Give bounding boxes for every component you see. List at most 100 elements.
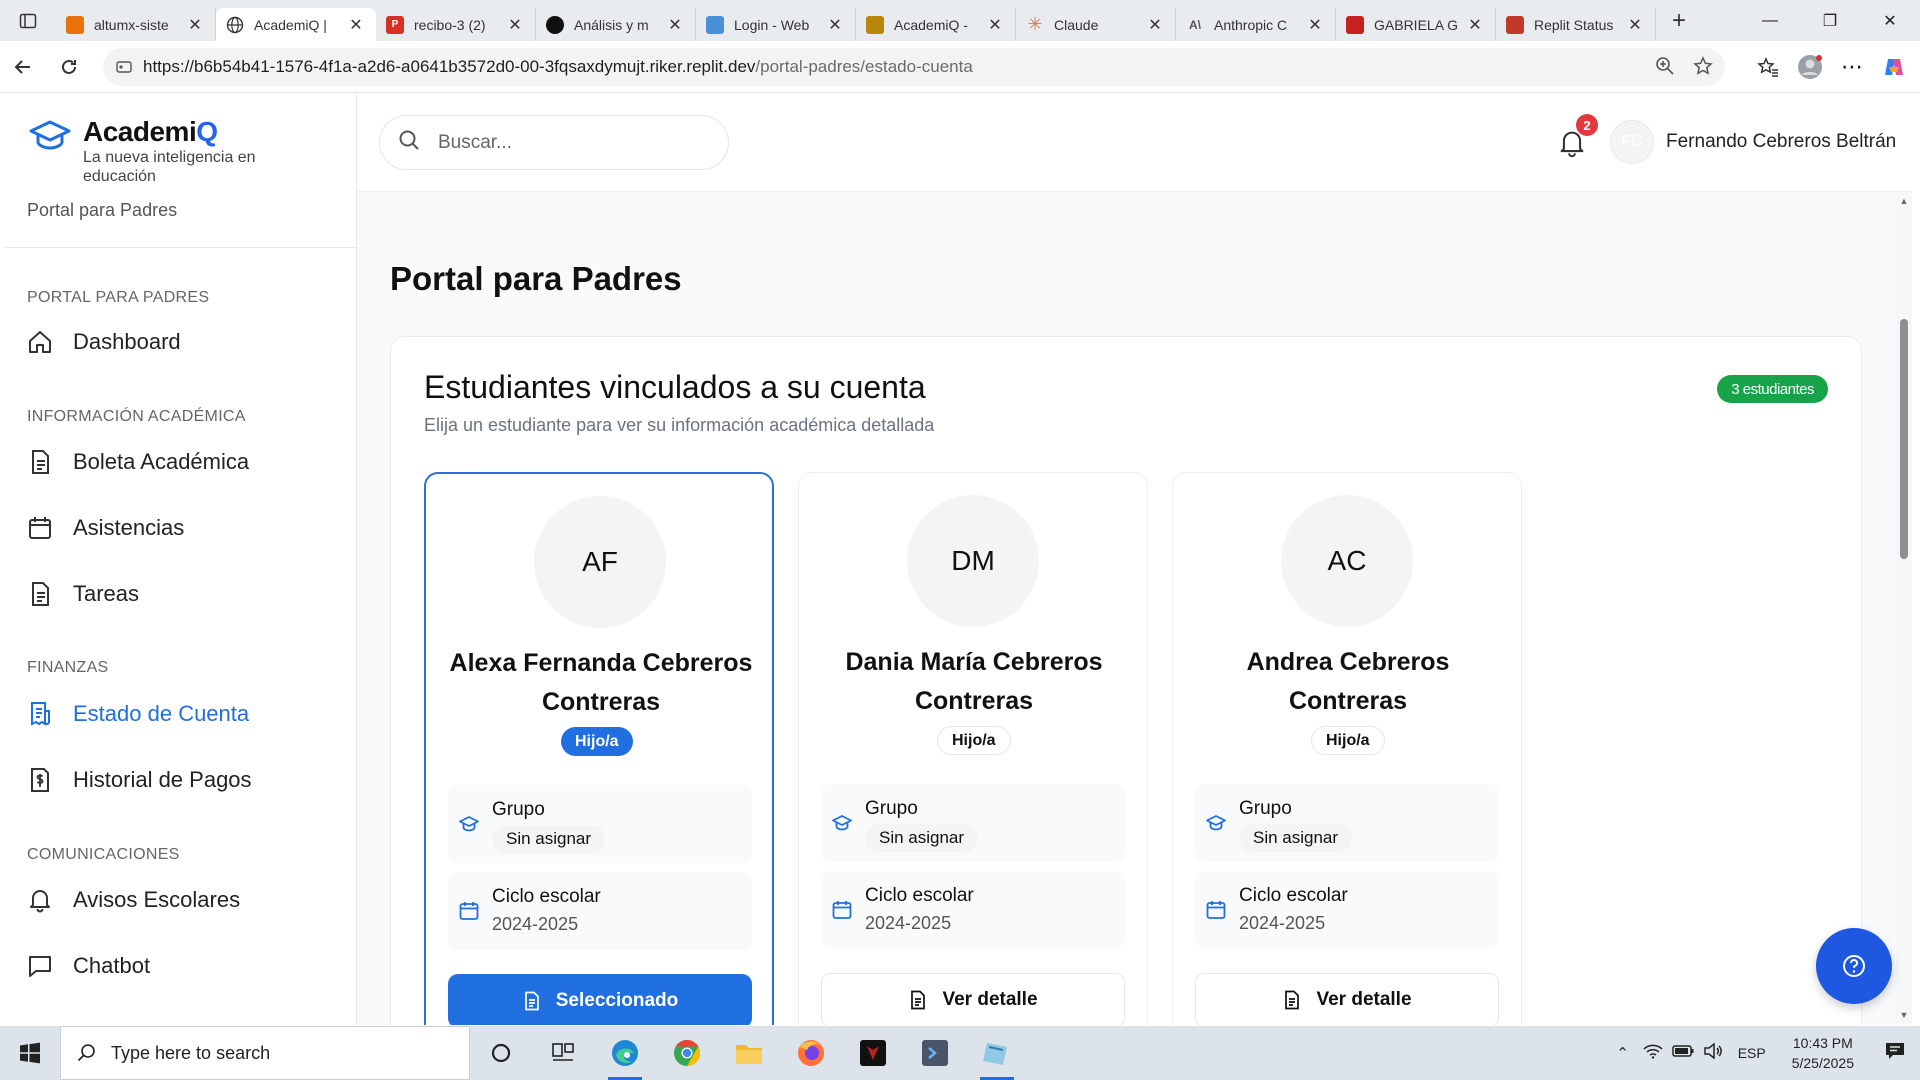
browser-tab[interactable]: GABRIELA G ✕	[1336, 8, 1496, 41]
back-icon[interactable]	[0, 47, 46, 87]
favorites-icon[interactable]	[1750, 49, 1786, 85]
browser-tab[interactable]: ✳ Claude ✕	[1016, 8, 1176, 41]
browser-tab-active[interactable]: AcademiQ | ✕	[216, 8, 376, 41]
notifications-center-icon[interactable]	[1870, 1042, 1920, 1064]
document-icon	[911, 990, 926, 1010]
browser-tab[interactable]: Replit Status ✕	[1496, 8, 1656, 41]
volume-icon[interactable]	[1698, 1042, 1728, 1063]
scroll-up-icon[interactable]: ▲	[1899, 196, 1909, 206]
tab-close-icon[interactable]: ✕	[825, 15, 845, 35]
url-field[interactable]: https://b6b54b41-1576-4f1a-a2d6-a0641b35…	[103, 48, 1725, 86]
tab-close-icon[interactable]: ✕	[505, 15, 525, 35]
sidebar-item-estado-cuenta[interactable]: Estado de Cuenta	[27, 701, 249, 727]
group-label: Grupo	[492, 799, 545, 820]
tab-close-icon[interactable]: ✕	[1465, 15, 1485, 35]
close-window-icon[interactable]: ✕	[1860, 0, 1920, 41]
cortana-icon[interactable]	[470, 1026, 532, 1080]
wifi-icon[interactable]	[1638, 1043, 1668, 1063]
file-explorer-icon[interactable]	[718, 1026, 780, 1080]
edge-icon[interactable]	[594, 1026, 656, 1080]
help-button[interactable]	[1816, 928, 1892, 1004]
sidebar-item-asistencias[interactable]: Asistencias	[27, 515, 184, 541]
sidebar-item-tareas[interactable]: Tareas	[27, 581, 139, 607]
minimize-icon[interactable]: —	[1740, 0, 1800, 41]
new-tab-button[interactable]: +	[1656, 7, 1702, 35]
sidebar-item-label: Tareas	[73, 581, 140, 606]
profile-avatar-icon[interactable]	[1792, 49, 1828, 85]
browser-tab[interactable]: P recibo-3 (2) ✕	[376, 8, 536, 41]
sidebar-item-boleta[interactable]: Boleta Académica	[27, 449, 249, 475]
page-scrollbar[interactable]: ▲ ▼	[1896, 192, 1912, 1025]
document-icon	[27, 581, 53, 607]
reload-icon[interactable]	[46, 47, 92, 87]
browser-tab[interactable]: altumx-siste ✕	[56, 8, 216, 41]
tab-favicon-icon	[66, 15, 84, 34]
view-detail-button[interactable]: Ver detalle	[821, 973, 1125, 1025]
chrome-icon[interactable]	[656, 1026, 718, 1080]
tab-title: Claude	[1054, 16, 1099, 33]
tab-close-icon[interactable]: ✕	[665, 15, 685, 35]
app-window-icon[interactable]	[966, 1026, 1028, 1080]
cycle-value: 2024-2025	[492, 914, 579, 934]
scrollbar-thumb[interactable]	[1900, 319, 1908, 559]
sidebar-item-dashboard[interactable]: Dashboard	[27, 329, 181, 355]
tab-title: Anthropic C	[1214, 16, 1288, 33]
system-clock[interactable]: 10:43 PM 5/25/2025	[1792, 1033, 1854, 1073]
sidebar-item-chatbot[interactable]: Chatbot	[27, 953, 150, 979]
chevron-up-icon[interactable]: ⌃	[1608, 1044, 1638, 1062]
clock-time: 10:43 PM	[1792, 1035, 1853, 1051]
tab-actions-icon[interactable]	[0, 0, 56, 41]
language-indicator[interactable]: ESP	[1738, 1045, 1766, 1061]
group-info: Grupo Sin asignar	[448, 785, 752, 863]
task-view-icon[interactable]	[532, 1026, 594, 1080]
sidebar-item-avisos[interactable]: Avisos Escolares	[27, 887, 240, 913]
more-menu-icon[interactable]: ⋯	[1834, 49, 1870, 85]
tab-title: altumx-siste	[94, 16, 169, 33]
student-card[interactable]: DM Dania María Cebreros Contreras Hijo/a…	[798, 472, 1148, 1025]
restore-icon[interactable]: ❐	[1800, 0, 1860, 41]
student-card-selected[interactable]: AF Alexa Fernanda Cebreros Contreras Hij…	[424, 472, 774, 1025]
scroll-down-icon[interactable]: ▼	[1899, 1010, 1909, 1020]
browser-tab[interactable]: Análisis y m ✕	[536, 8, 696, 41]
windows-start-icon[interactable]	[0, 1026, 60, 1080]
brand[interactable]: AcademiQ La nueva inteligencia en educac…	[27, 116, 283, 186]
zoom-icon[interactable]	[1655, 56, 1675, 81]
sidebar-item-label: Estado de Cuenta	[73, 701, 250, 726]
bookmark-star-icon[interactable]	[1693, 56, 1713, 81]
selected-button[interactable]: Seleccionado	[448, 974, 752, 1025]
address-bar: https://b6b54b41-1576-4f1a-a2d6-a0641b35…	[0, 41, 1920, 93]
sidebar-item-label: Chatbot	[73, 953, 151, 978]
sidebar-item-historial-pagos[interactable]: Historial de Pagos	[27, 767, 252, 793]
browser-tab[interactable]: Login - Web ✕	[696, 8, 856, 41]
tab-close-icon[interactable]: ✕	[985, 15, 1005, 35]
calendar-icon	[459, 902, 479, 920]
taskbar-search-input[interactable]: Type here to search	[60, 1026, 470, 1080]
main-content: Portal para Padres Estudiantes vinculado…	[357, 192, 1912, 1025]
search-placeholder: Buscar...	[438, 131, 512, 153]
top-header: Buscar... 2 FC Fernando Cebreros Beltrán	[357, 94, 1912, 192]
cycle-label: Ciclo escolar	[492, 886, 601, 907]
firefox-icon[interactable]	[780, 1026, 842, 1080]
tab-close-icon[interactable]: ✕	[185, 15, 205, 35]
view-detail-button[interactable]: Ver detalle	[1195, 973, 1499, 1025]
browser-tab[interactable]: A\ Anthropic C ✕	[1176, 8, 1336, 41]
document-icon	[524, 991, 539, 1011]
tab-close-icon[interactable]: ✕	[1305, 15, 1325, 35]
copilot-icon[interactable]	[1876, 49, 1912, 85]
claude-icon: ✳	[1027, 14, 1043, 34]
browser-tab[interactable]: AcademiQ - ✕	[856, 8, 1016, 41]
tab-close-icon[interactable]: ✕	[1625, 15, 1645, 35]
user-name[interactable]: Fernando Cebreros Beltrán	[1666, 131, 1896, 153]
student-card[interactable]: AC Andrea Cebreros Contreras Hijo/a Grup…	[1172, 472, 1522, 1025]
tab-close-icon[interactable]: ✕	[1145, 15, 1165, 35]
site-info-icon[interactable]	[115, 58, 133, 81]
graduation-cap-icon	[832, 815, 852, 831]
bell-icon	[27, 887, 53, 913]
terminal-app-icon[interactable]	[904, 1026, 966, 1080]
tab-close-icon[interactable]: ✕	[346, 15, 366, 35]
page-title: Portal para Padres	[390, 260, 682, 297]
game-app-icon[interactable]	[842, 1026, 904, 1080]
search-input[interactable]: Buscar...	[379, 115, 729, 170]
user-avatar[interactable]: FC	[1610, 120, 1654, 164]
battery-icon[interactable]	[1668, 1044, 1698, 1062]
